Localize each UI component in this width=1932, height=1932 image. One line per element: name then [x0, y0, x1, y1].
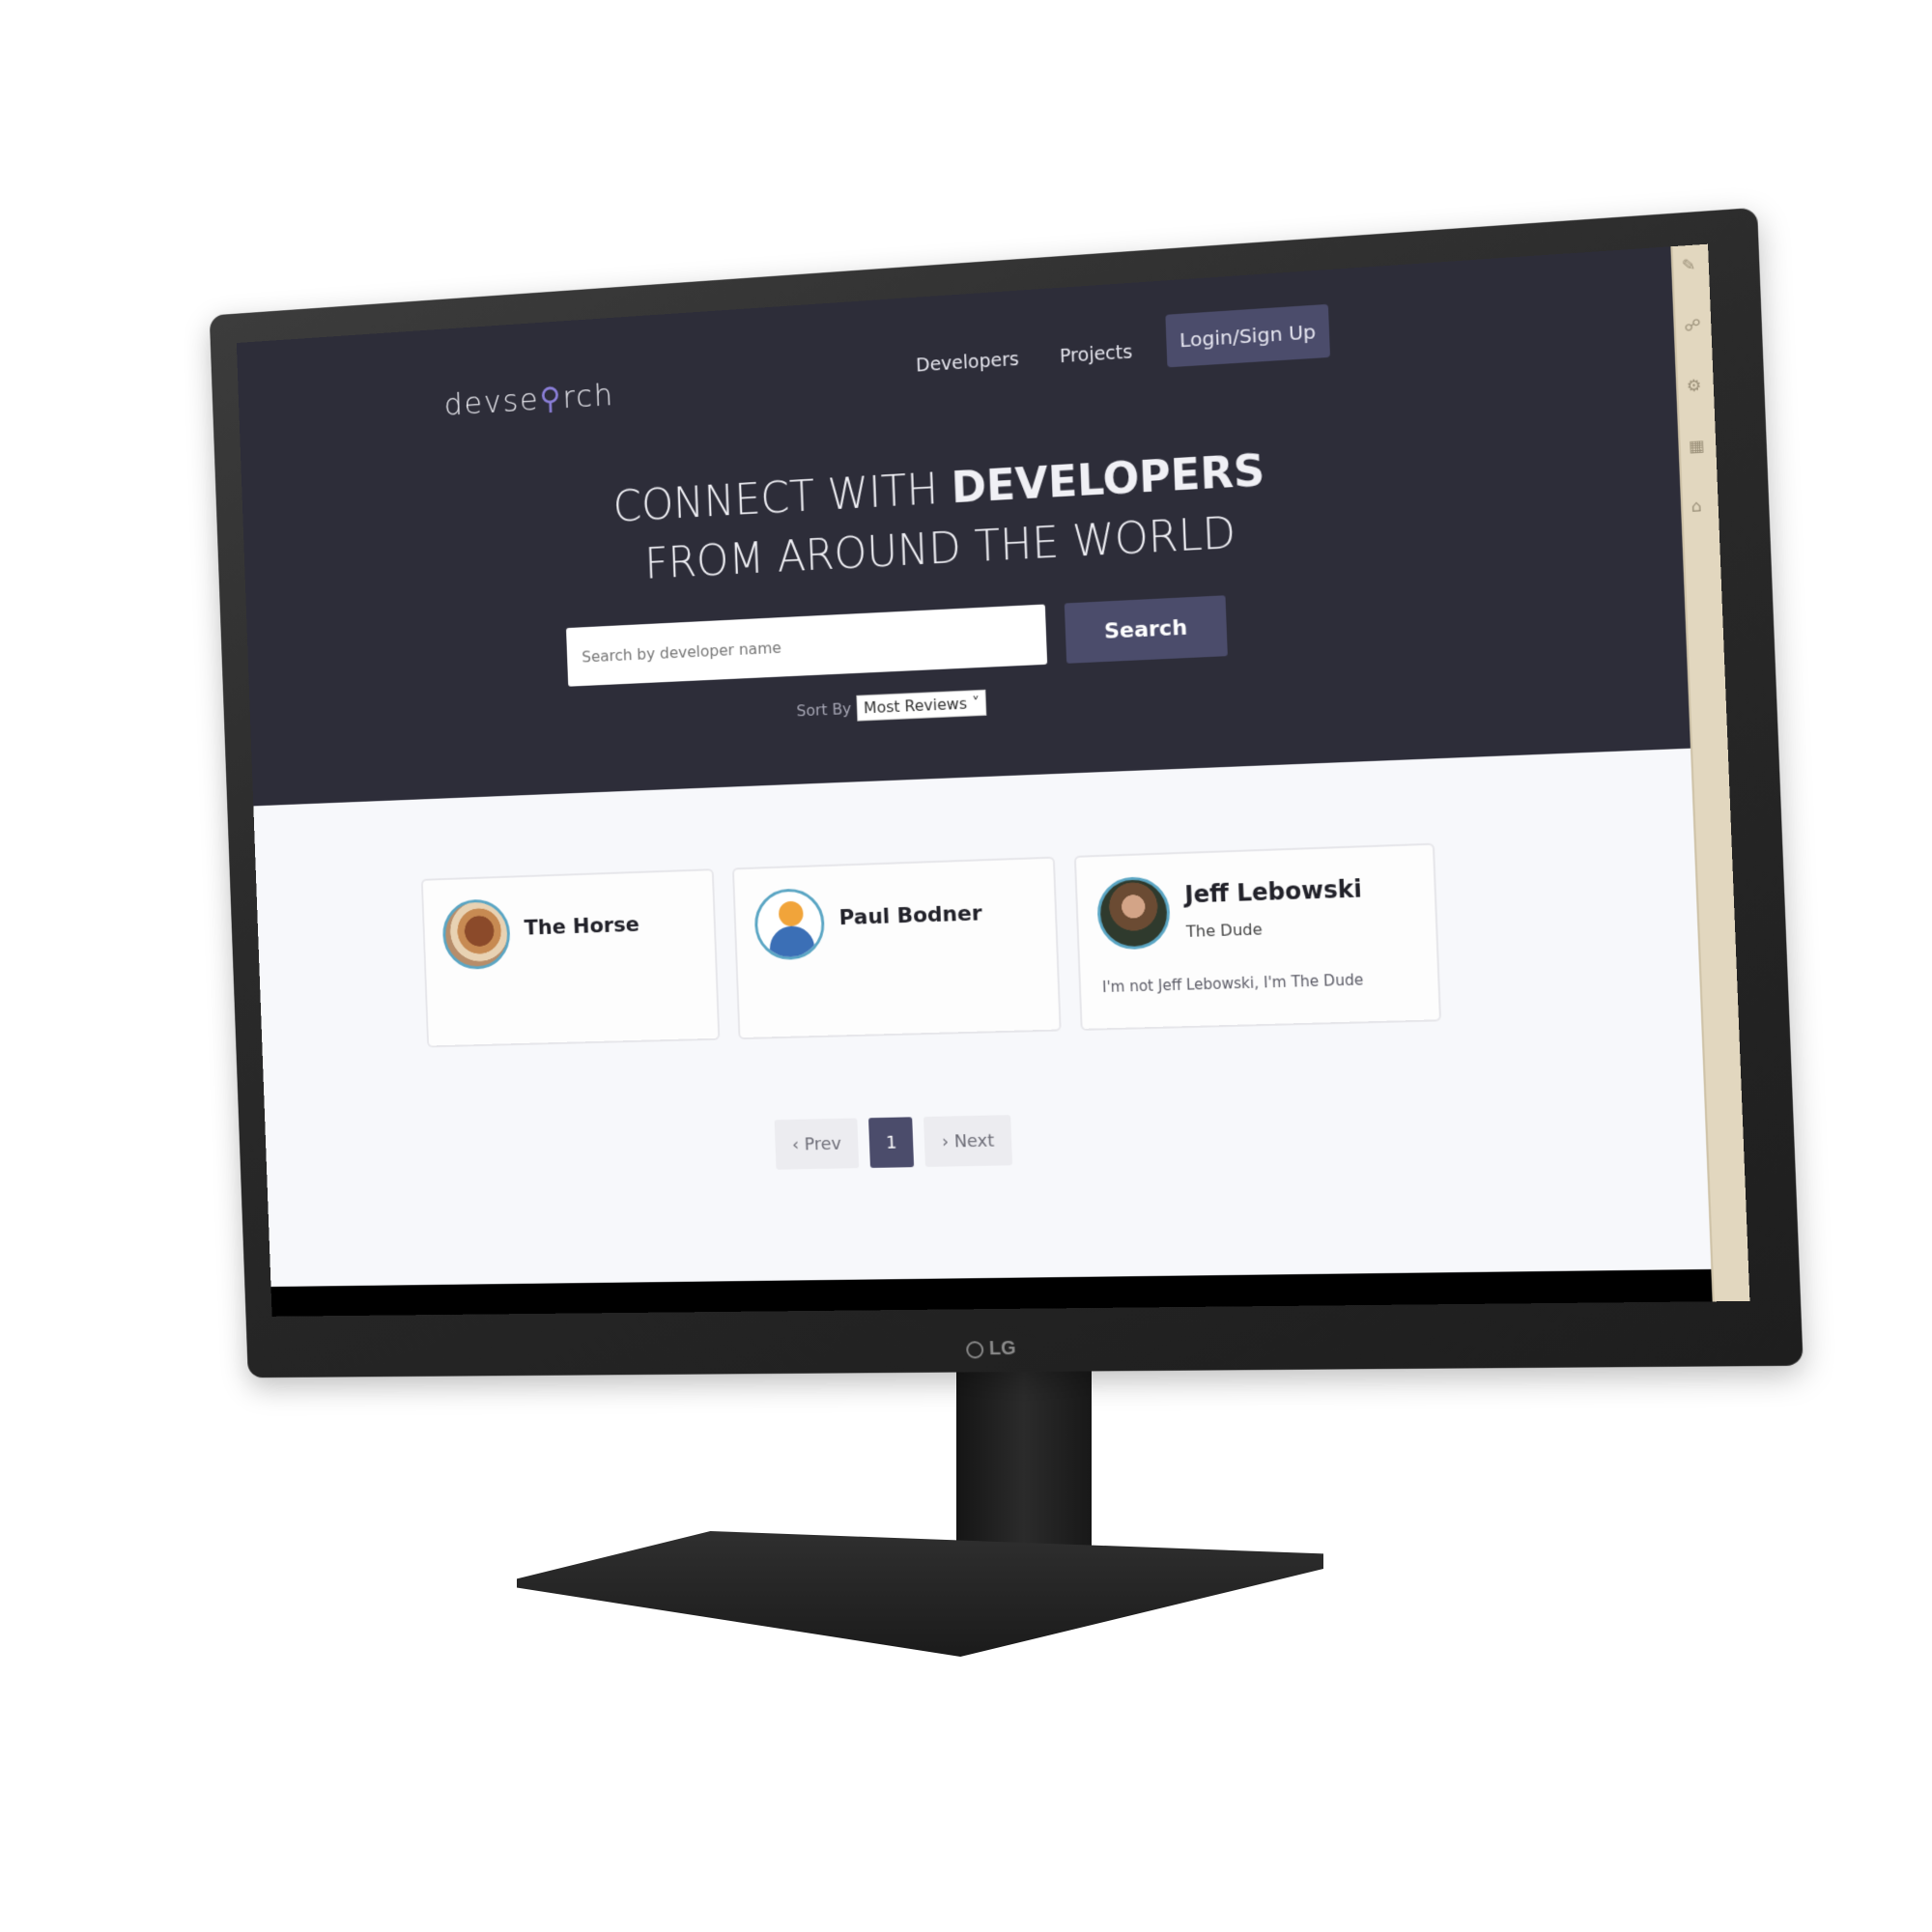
developer-cards: The Horse Paul Bodner Jeff Lebowski The …: [420, 841, 1478, 1066]
devsearch-logo[interactable]: devse⚲rch: [443, 377, 615, 423]
chevron-left-icon: ‹: [791, 1134, 805, 1155]
developer-card[interactable]: Jeff Lebowski The Dude I'm not Jeff Lebo…: [1073, 842, 1442, 1031]
search-form: Search: [565, 594, 1263, 687]
bug-icon[interactable]: ⚙: [1686, 375, 1705, 396]
avatar: [441, 898, 512, 971]
magnifier-icon: ⚲: [538, 380, 564, 417]
chevron-right-icon: ›: [941, 1130, 955, 1152]
pen-icon[interactable]: ✎: [1682, 255, 1701, 275]
default-user-body-icon: [769, 924, 815, 960]
monitor-stand-neck: [956, 1343, 1092, 1565]
developer-name: Paul Bodner: [838, 901, 983, 931]
share-icon[interactable]: ☍: [1684, 315, 1703, 335]
developer-card[interactable]: Paul Bodner: [731, 856, 1062, 1040]
lg-logo-icon: [965, 1340, 984, 1358]
hero-section: devse⚲rch Developers Projects Login/Sign…: [236, 246, 1693, 807]
prev-label: Prev: [804, 1133, 842, 1154]
developer-role: The Dude: [1185, 920, 1264, 941]
prev-page-button[interactable]: ‹ Prev: [774, 1118, 860, 1170]
screen: devse⚲rch Developers Projects Login/Sign…: [236, 243, 1750, 1317]
pagination: ‹ Prev 1 › Next: [774, 1115, 1013, 1170]
default-user-head-icon: [778, 900, 804, 927]
logo-text-start: devse: [443, 381, 541, 423]
next-page-button[interactable]: › Next: [923, 1115, 1013, 1167]
avatar: [1095, 875, 1172, 951]
avatar: [753, 887, 826, 961]
nav-link-projects[interactable]: Projects: [1060, 341, 1133, 367]
login-signup-button[interactable]: Login/Sign Up: [1165, 303, 1331, 368]
sort-select[interactable]: Most Reviews ˅: [856, 689, 987, 722]
developer-card[interactable]: The Horse: [420, 868, 721, 1048]
layout-icon[interactable]: ▦: [1689, 436, 1708, 456]
developer-name: Jeff Lebowski: [1183, 875, 1363, 909]
search-input[interactable]: [565, 604, 1048, 687]
developer-name: The Horse: [524, 913, 640, 941]
nav-link-developers[interactable]: Developers: [916, 349, 1019, 377]
signal-icon[interactable]: ⌂: [1690, 496, 1710, 516]
search-button[interactable]: Search: [1064, 595, 1228, 664]
sort-row: Sort By Most Reviews ˅: [796, 689, 987, 724]
headline-line1-bold: DEVELOPERS: [950, 445, 1266, 514]
hero-headline: CONNECT WITH DEVELOPERS FROM AROUND THE …: [242, 417, 1685, 615]
developer-bio: I'm not Jeff Lebowski, I'm The Dude: [1101, 971, 1364, 997]
sort-select-value: Most Reviews: [863, 694, 968, 718]
sort-label: Sort By: [796, 699, 852, 721]
chevron-down-icon: ˅: [971, 694, 980, 713]
monitor-stand-base: [517, 1531, 1323, 1657]
logo-text-end: rch: [561, 376, 615, 416]
page-1-button[interactable]: 1: [868, 1117, 915, 1169]
monitor-brand-label: LG: [988, 1337, 1017, 1360]
monitor-brand-logo: LG: [965, 1337, 1017, 1360]
next-label: Next: [953, 1130, 995, 1151]
